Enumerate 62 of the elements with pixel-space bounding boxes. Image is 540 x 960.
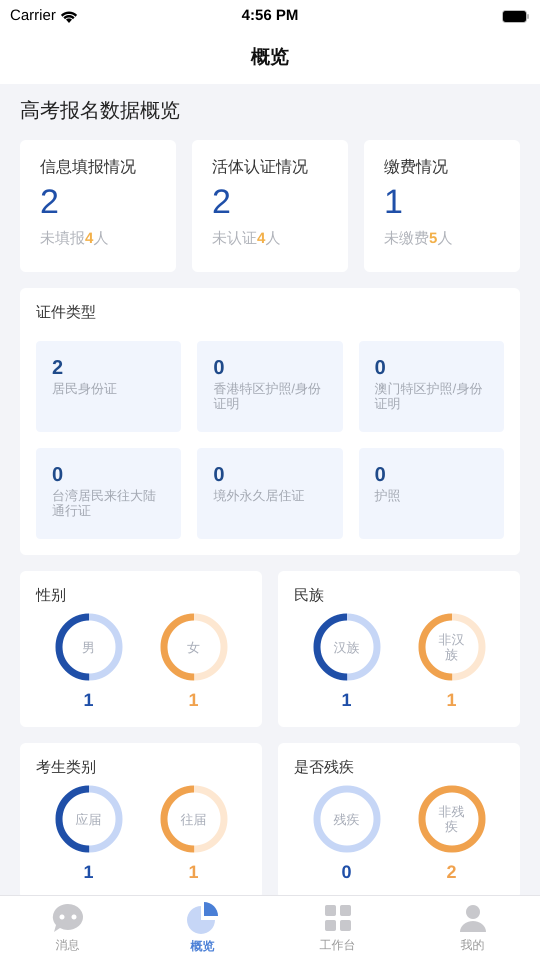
donut-ring-icon — [310, 783, 382, 855]
stat-title: 缴费情况 — [384, 158, 449, 178]
stat-value: 1 — [384, 182, 404, 223]
tile-count: 0 — [374, 356, 387, 380]
stat-value: 2 — [40, 182, 60, 223]
ring-count: 2 — [446, 861, 456, 884]
stat-note: 未缴费5人 — [384, 229, 454, 249]
ring-count: 1 — [83, 689, 94, 712]
carrier-label: Carrier — [10, 6, 56, 26]
battery-icon — [502, 10, 530, 22]
stat-note: 未认证4人 — [212, 229, 282, 249]
ring-count: 0 — [341, 861, 352, 884]
section-heading: 高考报名数据概览 — [20, 99, 181, 124]
ring-count: 1 — [83, 861, 94, 884]
donut-ring-icon — [416, 611, 488, 683]
ring-count: 1 — [188, 861, 198, 884]
tile-label: 护照 — [374, 488, 402, 502]
ring-label: 女 — [186, 640, 201, 654]
card-title: 证件类型 — [36, 303, 97, 323]
card-title: 性别 — [36, 586, 67, 606]
stat-value: 2 — [212, 182, 232, 223]
tile-label: 澳门特区护照/身份证明 — [374, 380, 484, 410]
ring-label: 非残疾 — [438, 804, 466, 834]
tab-bar-item[interactable]: 我的 — [405, 896, 540, 960]
tile-count: 2 — [52, 356, 64, 380]
tile-count: 0 — [52, 462, 64, 488]
tile-count: 0 — [374, 462, 387, 488]
ring-count: 1 — [188, 689, 198, 712]
tile-count: 0 — [213, 462, 226, 488]
card-title: 是否残疾 — [294, 758, 355, 778]
card-title: 考生类别 — [36, 758, 97, 778]
tile-label: 台湾居民来往大陆通行证 — [52, 488, 157, 518]
tab-bar-item[interactable]: 工作台 — [270, 896, 405, 960]
tab-bar-item[interactable]: 消息 — [0, 896, 135, 960]
stat-title: 活体认证情况 — [212, 158, 309, 178]
page-title: 概览 — [251, 46, 289, 70]
tab-bar-item[interactable]: 概览 — [135, 896, 270, 960]
pie-chart-icon — [184, 901, 220, 935]
donut-ring-icon — [416, 783, 488, 855]
ring-count: 1 — [341, 689, 352, 712]
ring-label: 汉族 — [332, 640, 360, 654]
stat-title: 信息填报情况 — [40, 158, 137, 178]
donut-ring-icon — [158, 783, 230, 855]
wifi-icon — [60, 10, 78, 22]
tile-count: 0 — [213, 356, 226, 380]
donut-ring-icon — [310, 611, 382, 683]
ring-label: 往届 — [180, 812, 208, 826]
ring-count: 1 — [446, 689, 456, 712]
ring-label: 残疾 — [332, 812, 360, 826]
tile-label: 居民身份证 — [52, 380, 118, 396]
tile-label: 境外永久居住证 — [213, 488, 306, 502]
ring-label: 应届 — [74, 812, 102, 826]
donut-ring-icon — [52, 611, 124, 683]
chat-bubble-icon — [50, 902, 84, 934]
card-title: 民族 — [294, 586, 325, 606]
tile-label: 香港特区护照/身份证明 — [213, 380, 322, 410]
ring-label: 非汉族 — [438, 632, 466, 662]
stat-note: 未填报4人 — [40, 229, 110, 249]
donut-ring-icon — [158, 611, 230, 683]
donut-ring-icon — [52, 783, 124, 855]
ring-label: 男 — [81, 640, 96, 654]
status-time: 4:56 PM — [242, 6, 298, 26]
